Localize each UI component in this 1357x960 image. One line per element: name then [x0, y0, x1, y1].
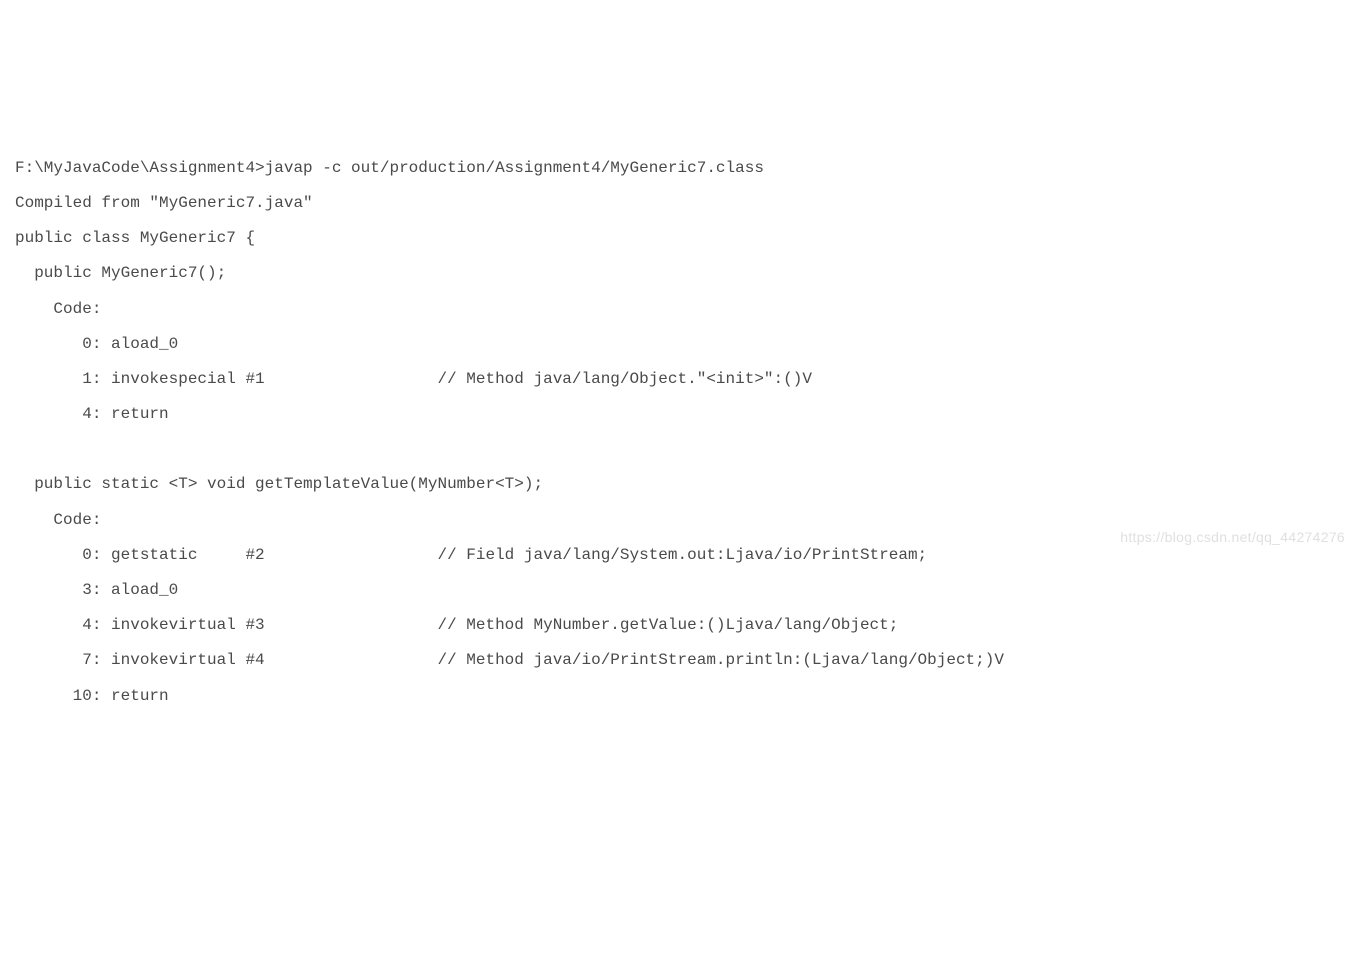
- code-line: public class MyGeneric7 {: [15, 229, 255, 247]
- code-line: 4: invokevirtual #3 // Method MyNumber.g…: [15, 616, 898, 634]
- code-line: Code:: [15, 300, 101, 318]
- watermark-text: https://blog.csdn.net/qq_44274276: [1120, 522, 1345, 553]
- code-line: 3: aload_0: [15, 581, 178, 599]
- code-line: F:\MyJavaCode\Assignment4>javap -c out/p…: [15, 159, 764, 177]
- code-line: 0: aload_0: [15, 335, 178, 353]
- code-line: Code:: [15, 511, 101, 529]
- code-line: public MyGeneric7();: [15, 264, 226, 282]
- code-line: 1: invokespecial #1 // Method java/lang/…: [15, 370, 812, 388]
- code-line: 0: getstatic #2 // Field java/lang/Syste…: [15, 546, 927, 564]
- code-output: F:\MyJavaCode\Assignment4>javap -c out/p…: [15, 151, 1342, 714]
- code-line: public static <T> void getTemplateValue(…: [15, 475, 543, 493]
- code-line: 10: return: [15, 687, 169, 705]
- code-line: Compiled from "MyGeneric7.java": [15, 194, 313, 212]
- code-line: 7: invokevirtual #4 // Method java/io/Pr…: [15, 651, 1004, 669]
- code-line: 4: return: [15, 405, 169, 423]
